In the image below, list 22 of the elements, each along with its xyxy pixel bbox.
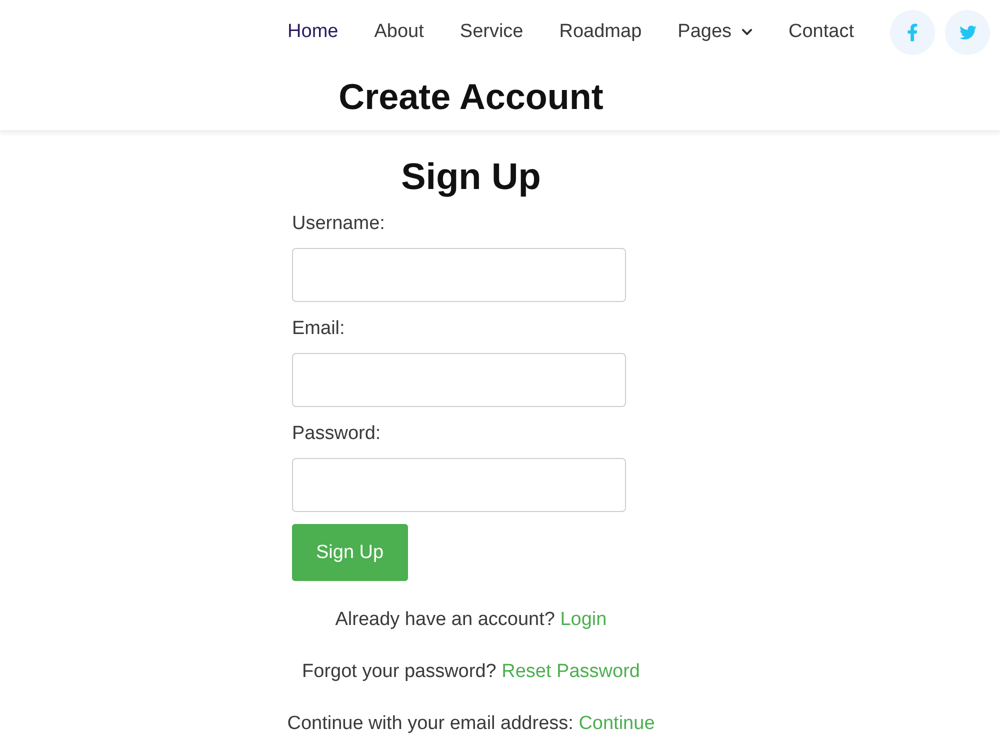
field-label: Password: bbox=[292, 422, 381, 446]
field-label: Email: bbox=[292, 317, 345, 341]
twitter-link[interactable] bbox=[945, 10, 990, 54]
facebook-link[interactable] bbox=[890, 10, 935, 54]
prompt-text: Continue with your email address: Continue bbox=[287, 712, 655, 736]
caret-icon bbox=[740, 26, 753, 38]
nav-link[interactable]: Roadmap bbox=[559, 21, 642, 43]
nav-link[interactable]: Pages bbox=[678, 21, 753, 43]
nav-link[interactable]: Contact bbox=[788, 21, 854, 43]
input-field[interactable] bbox=[292, 458, 626, 512]
page-title: Create Account bbox=[338, 75, 604, 119]
nav-link[interactable]: Home bbox=[288, 21, 338, 43]
twitter-icon bbox=[958, 24, 978, 40]
facebook-icon bbox=[907, 22, 918, 42]
field-label: Username: bbox=[292, 212, 385, 236]
form-title: Sign Up bbox=[401, 155, 541, 199]
nav-link[interactable]: Service bbox=[460, 21, 524, 43]
input-field[interactable] bbox=[292, 248, 626, 302]
prompt-text: Already have an account? Login bbox=[335, 608, 607, 632]
nav-link[interactable]: About bbox=[374, 21, 424, 43]
input-field[interactable] bbox=[292, 353, 626, 407]
prompt-text: Forgot your password? Reset Password bbox=[302, 660, 640, 684]
